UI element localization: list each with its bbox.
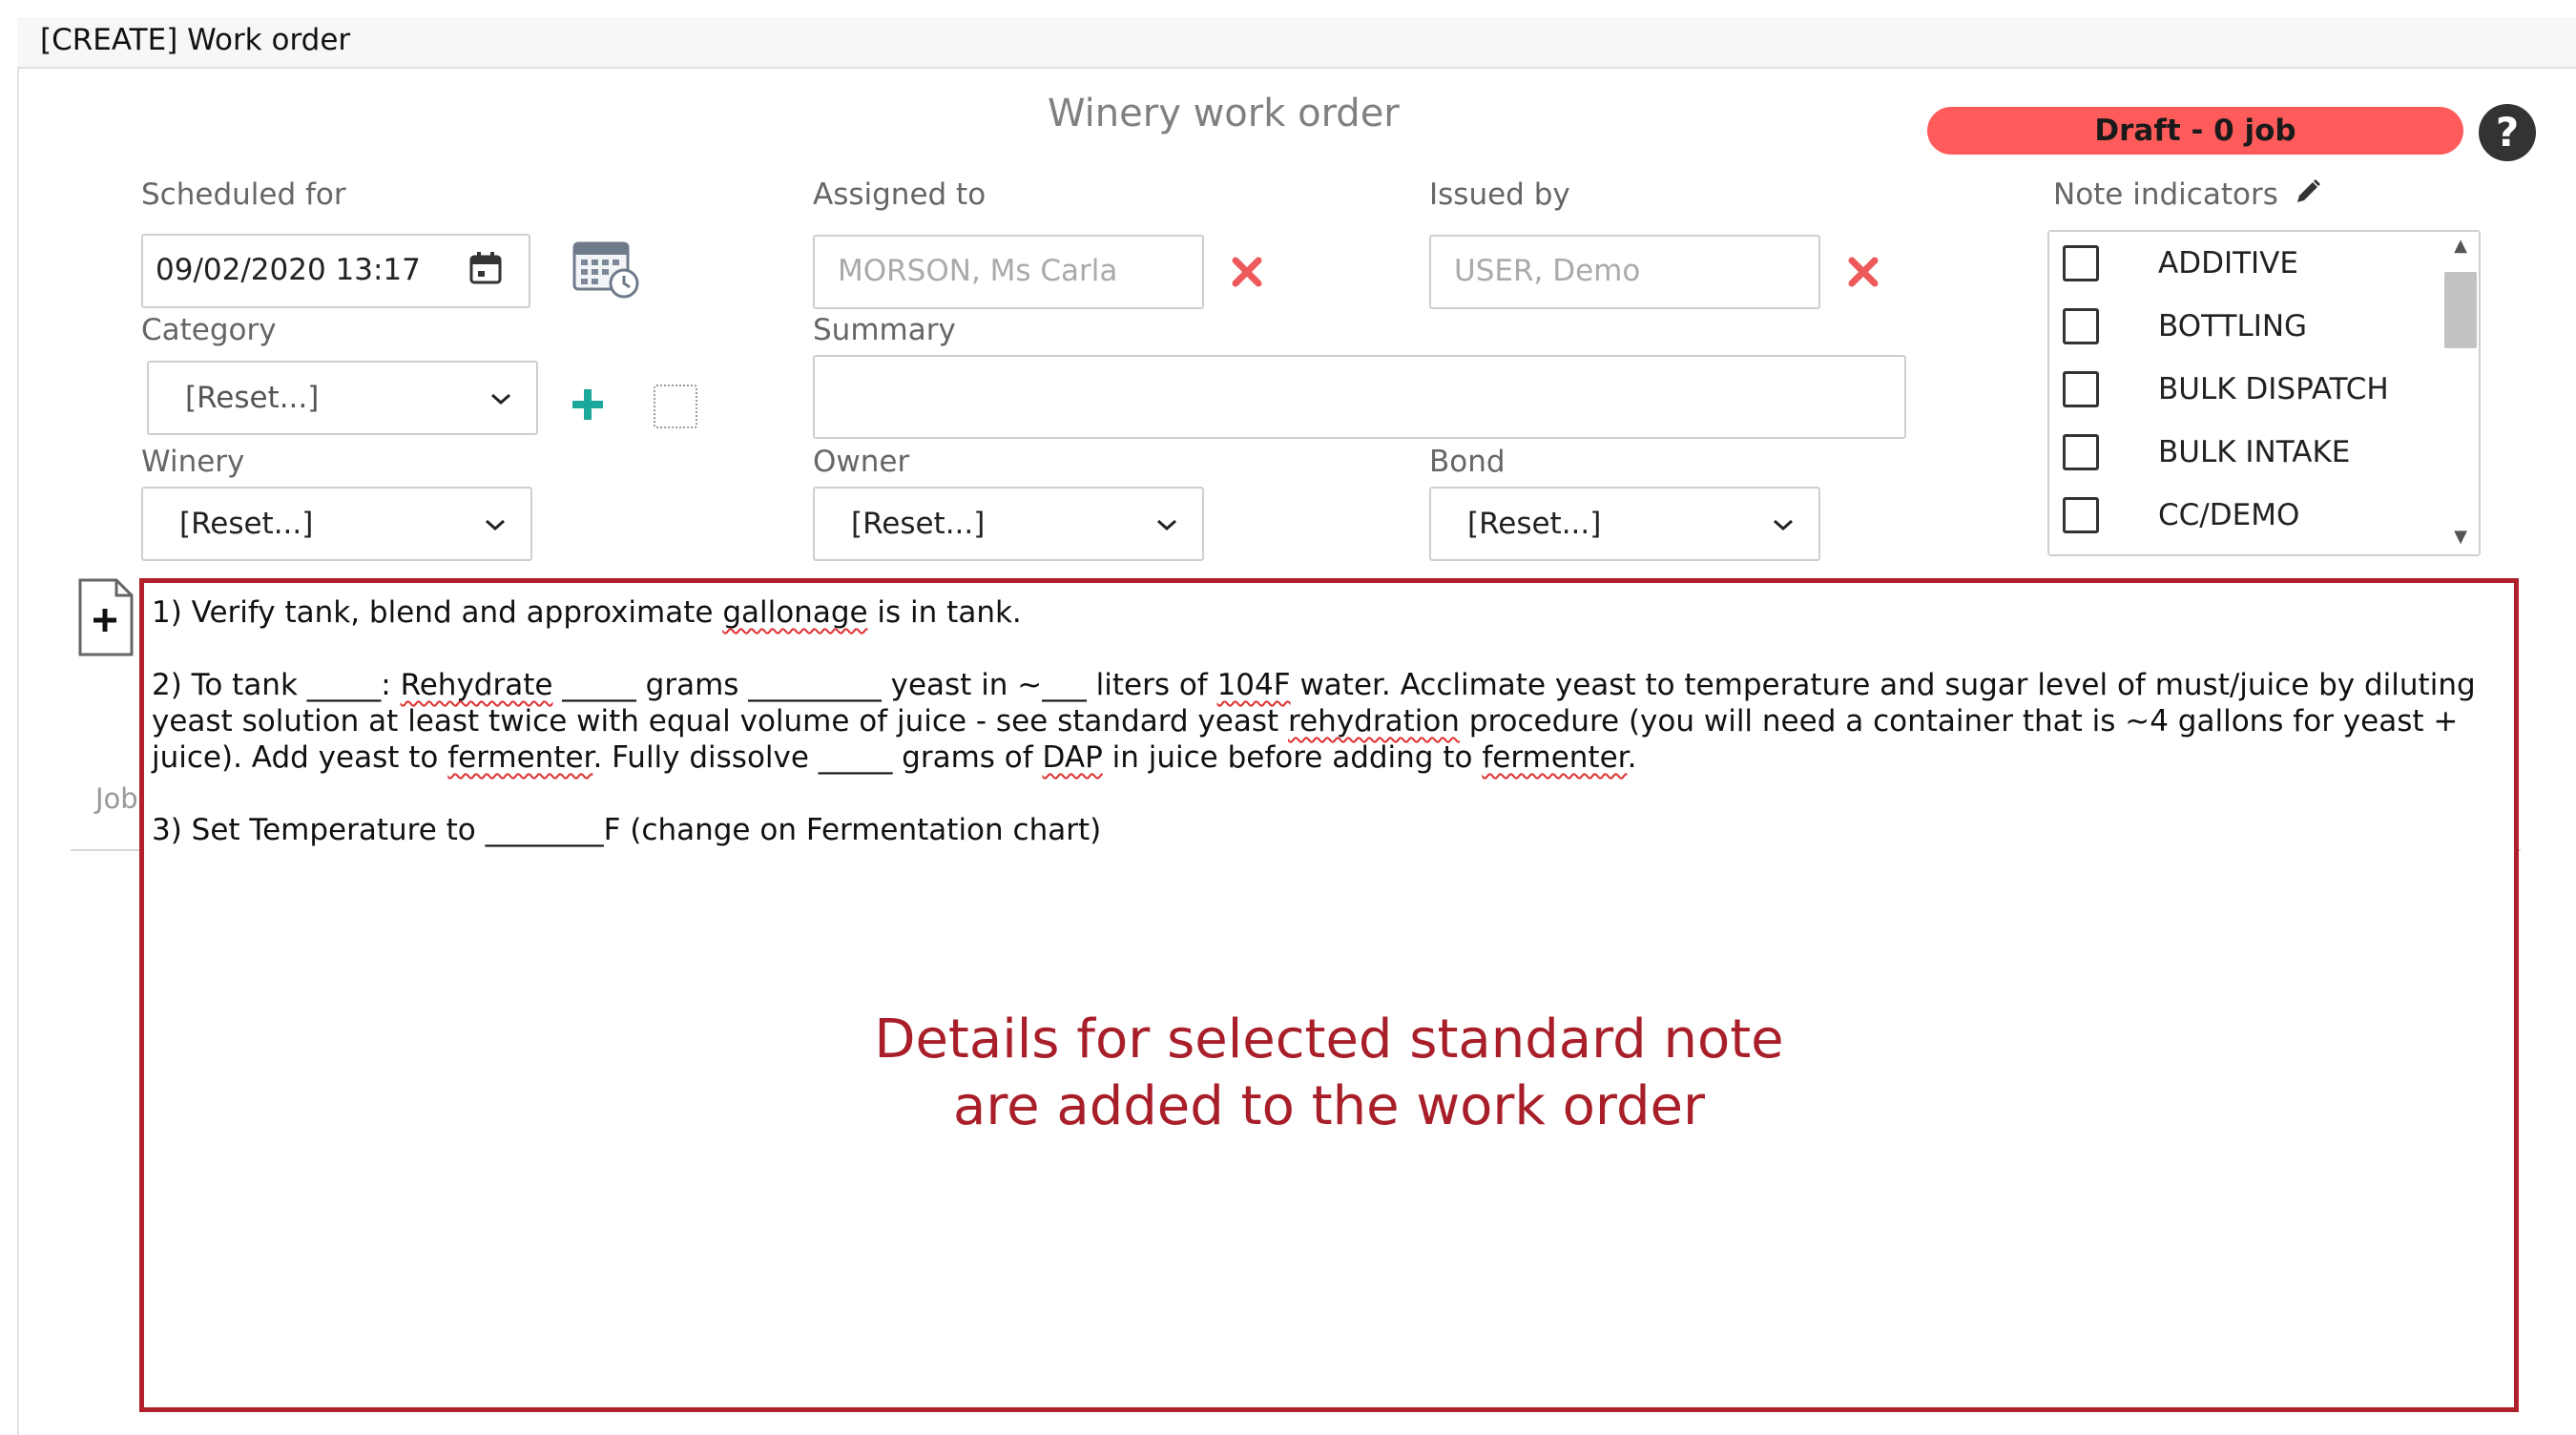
add-category-icon[interactable] (569, 385, 607, 427)
category-label: Category (141, 313, 277, 347)
tab-job[interactable]: Job (95, 782, 138, 815)
chevron-down-icon (1769, 489, 1797, 559)
note-indicators-label: Note indicators (2053, 177, 2322, 214)
category-select[interactable]: [Reset...] (147, 361, 538, 435)
chevron-down-icon (1153, 489, 1181, 559)
scrollbar-thumb[interactable] (2444, 272, 2477, 348)
note-line-3: 3) Set Temperature to ________F (change … (152, 813, 1102, 847)
chevron-down-icon (487, 363, 515, 433)
winery-value: [Reset...] (179, 507, 314, 541)
page-title: Winery work order (1048, 92, 1400, 135)
note-indicators-list[interactable]: ADDITIVE BOTTLING BULK DISPATCH BULK INT… (2047, 230, 2481, 556)
winery-label: Winery (141, 445, 245, 479)
assigned-to-value: MORSON, Ms Carla (838, 254, 1118, 288)
note-indicator-checkbox[interactable] (2063, 308, 2099, 344)
note-indicator-checkbox[interactable] (2063, 434, 2099, 470)
chevron-down-icon (481, 489, 509, 559)
owner-label: Owner (813, 445, 910, 479)
assigned-to-field[interactable]: MORSON, Ms Carla (813, 235, 1204, 309)
issued-by-field[interactable]: USER, Demo (1429, 235, 1820, 309)
note-indicator-label: BULK INTAKE (2158, 435, 2351, 469)
status-badge: Draft - 0 job (1927, 107, 2463, 155)
annotation-callout: Details for selected standard note are a… (144, 1007, 2514, 1140)
pencil-icon[interactable] (2294, 177, 2322, 214)
note-indicator-label: BOTTLING (2158, 309, 2308, 343)
window-title: [CREATE] Work order (40, 23, 351, 57)
note-indicator-checkbox[interactable] (2063, 497, 2099, 533)
scroll-down-arrow-icon[interactable]: ▼ (2442, 527, 2479, 547)
calendar-icon[interactable] (469, 251, 502, 289)
callout-line-2: are added to the work order (953, 1075, 1705, 1137)
bond-select[interactable]: [Reset...] (1429, 487, 1820, 561)
scheduled-for-value: 09/02/2020 13:17 (156, 253, 421, 287)
note-line-1: 1) Verify tank, blend and approximate ga… (152, 595, 1022, 630)
winery-select[interactable]: [Reset...] (141, 487, 532, 561)
note-indicator-label: BULK DISPATCH (2158, 372, 2389, 406)
note-indicator-checkbox[interactable] (2063, 371, 2099, 407)
question-mark-icon: ? (2495, 109, 2520, 156)
clear-assigned-to-icon[interactable] (1231, 256, 1263, 292)
help-button[interactable]: ? (2479, 104, 2536, 161)
window-titlebar: [CREATE] Work order (17, 17, 2576, 69)
work-order-notes-textarea[interactable]: 1) Verify tank, blend and approximate ga… (139, 578, 2519, 1412)
category-checkbox[interactable] (654, 385, 697, 428)
add-standard-note-button[interactable] (78, 578, 134, 656)
note-indicator-label: CC/DEMO (2158, 498, 2300, 532)
summary-input[interactable] (813, 355, 1906, 439)
scroll-up-arrow-icon[interactable]: ▲ (2442, 236, 2479, 256)
scheduled-for-label: Scheduled for (141, 177, 346, 212)
owner-select[interactable]: [Reset...] (813, 487, 1204, 561)
callout-line-1: Details for selected standard note (874, 1009, 1784, 1071)
note-line-2: 2) To tank _____: Rehydrate _____ grams … (152, 668, 2476, 775)
clear-issued-by-icon[interactable] (1847, 256, 1880, 292)
note-indicator-label: ADDITIVE (2158, 246, 2298, 281)
bond-value: [Reset...] (1467, 507, 1602, 541)
note-indicator-checkbox[interactable] (2063, 245, 2099, 281)
bond-label: Bond (1429, 445, 1506, 479)
scheduled-for-input[interactable]: 09/02/2020 13:17 (141, 234, 530, 308)
issued-by-label: Issued by (1429, 177, 1570, 212)
owner-value: [Reset...] (851, 507, 986, 541)
summary-label: Summary (813, 313, 956, 347)
left-border (17, 69, 19, 1435)
issued-by-value: USER, Demo (1454, 254, 1641, 288)
calendar-schedule-icon[interactable] (571, 236, 641, 304)
assigned-to-label: Assigned to (813, 177, 987, 212)
category-value: [Reset...] (185, 381, 320, 415)
note-indicators-label-text: Note indicators (2053, 177, 2278, 212)
